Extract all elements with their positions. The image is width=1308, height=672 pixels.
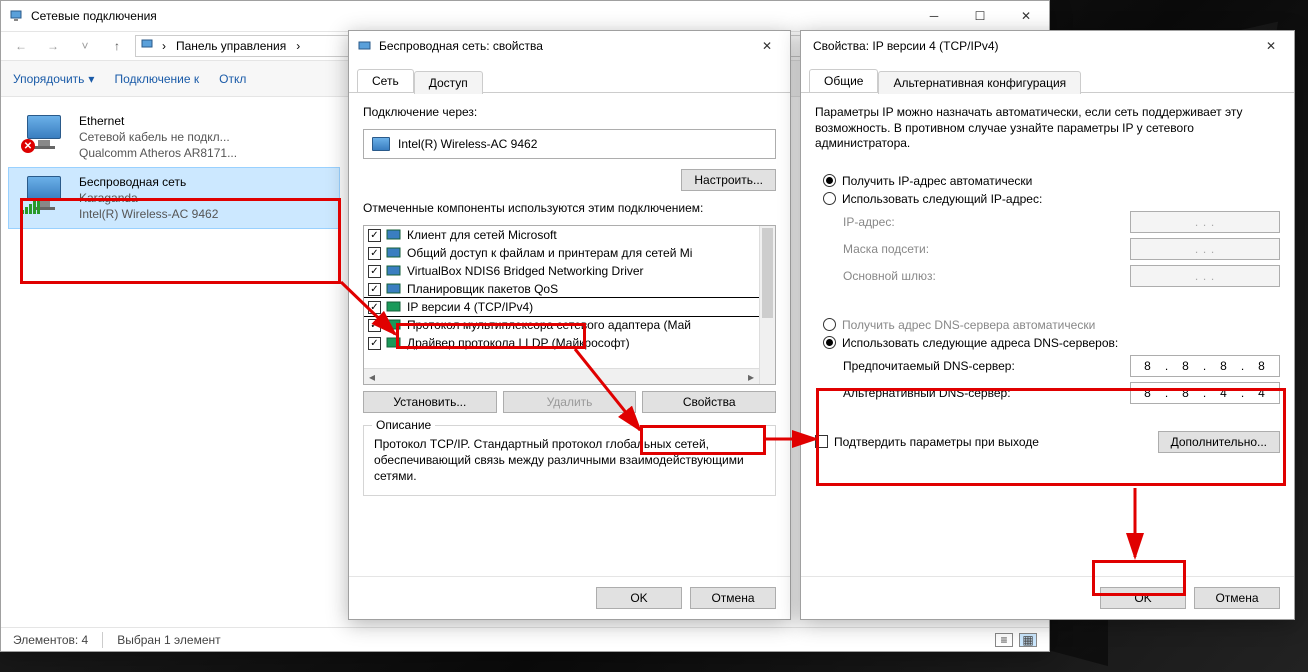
subnet-mask-label: Маска подсети: bbox=[843, 242, 1122, 256]
checkbox-icon[interactable]: ✓ bbox=[368, 247, 381, 260]
gateway-input: ... bbox=[1130, 265, 1280, 287]
window-title: Сетевые подключения bbox=[31, 9, 911, 23]
checkbox-icon[interactable]: ✓ bbox=[368, 283, 381, 296]
alternate-dns-label: Альтернативный DNS-сервер: bbox=[843, 386, 1122, 400]
preferred-dns-label: Предпочитаемый DNS-сервер: bbox=[843, 359, 1122, 373]
connect-to-menu[interactable]: Подключение к bbox=[114, 72, 199, 86]
tab-network[interactable]: Сеть bbox=[357, 69, 414, 92]
adapter-dialog-icon bbox=[357, 38, 373, 54]
component-item[interactable]: ✓VirtualBox NDIS6 Bridged Networking Dri… bbox=[364, 262, 759, 280]
status-item-count: Элементов: 4 bbox=[13, 633, 88, 647]
network-icon bbox=[140, 37, 156, 56]
breadcrumb-cp[interactable]: Панель управления bbox=[172, 39, 290, 53]
minimize-button[interactable]: ─ bbox=[911, 1, 957, 31]
component-item[interactable]: ✓IP версии 4 (TCP/IPv4) bbox=[364, 298, 759, 316]
scrollbar-horizontal[interactable]: ◂ ▸ bbox=[364, 368, 759, 384]
radio-manual-ip[interactable]: Использовать следующий IP-адрес: bbox=[823, 192, 1280, 206]
help-text: Параметры IP можно назначать автоматичес… bbox=[815, 105, 1280, 152]
breadcrumb-sep: › bbox=[158, 39, 170, 53]
ethernet-icon: ✕ bbox=[21, 113, 69, 153]
history-dropdown-icon[interactable]: ˅ bbox=[71, 35, 99, 57]
back-button[interactable]: ← bbox=[7, 35, 35, 57]
checkbox-icon[interactable]: ✓ bbox=[368, 229, 381, 242]
close-button[interactable]: ✕ bbox=[1003, 1, 1049, 31]
protocol-icon bbox=[386, 337, 402, 349]
titlebar: Сетевые подключения ─ ☐ ✕ bbox=[1, 1, 1049, 31]
cancel-button[interactable]: Отмена bbox=[690, 587, 776, 609]
tab-general[interactable]: Общие bbox=[809, 69, 878, 92]
view-details-button[interactable]: ≡ bbox=[995, 633, 1013, 647]
protocol-icon bbox=[386, 283, 402, 295]
view-icons-button[interactable]: ▦ bbox=[1019, 633, 1037, 647]
dialog-title: Свойства: IP версии 4 (TCP/IPv4) bbox=[809, 39, 1248, 53]
radio-auto-dns[interactable]: Получить адрес DNS-сервера автоматически bbox=[823, 318, 1280, 332]
protocol-icon bbox=[386, 229, 402, 241]
close-button[interactable]: ✕ bbox=[1248, 31, 1294, 61]
organize-menu[interactable]: Упорядочить ▾ bbox=[13, 72, 94, 86]
checkbox-icon[interactable]: ✓ bbox=[368, 337, 381, 350]
protocol-icon bbox=[386, 319, 402, 331]
subnet-mask-input: ... bbox=[1130, 238, 1280, 260]
wifi-icon bbox=[21, 174, 69, 214]
connect-via-label: Подключение через: bbox=[363, 105, 776, 119]
ok-button[interactable]: OK bbox=[1100, 587, 1186, 609]
preferred-dns-input[interactable]: 8.8.8.8 bbox=[1130, 355, 1280, 377]
tab-alt-config[interactable]: Альтернативная конфигурация bbox=[878, 71, 1081, 94]
description-group-title: Описание bbox=[372, 418, 435, 432]
ok-button[interactable]: OK bbox=[596, 587, 682, 609]
install-button[interactable]: Установить... bbox=[363, 391, 497, 413]
adapter-properties-dialog: Беспроводная сеть: свойства ✕ Сеть Досту… bbox=[348, 30, 791, 620]
scroll-right-icon[interactable]: ▸ bbox=[743, 369, 759, 385]
scrollbar-vertical[interactable] bbox=[759, 226, 775, 384]
protocol-icon bbox=[386, 301, 402, 313]
component-item[interactable]: ✓Общий доступ к файлам и принтерам для с… bbox=[364, 244, 759, 262]
protocol-icon bbox=[386, 265, 402, 277]
adapter-icon bbox=[372, 137, 390, 151]
remove-button[interactable]: Удалить bbox=[503, 391, 637, 413]
tab-access[interactable]: Доступ bbox=[414, 71, 483, 94]
dialog-title: Беспроводная сеть: свойства bbox=[379, 39, 744, 53]
radio-manual-dns[interactable]: Использовать следующие адреса DNS-сервер… bbox=[823, 336, 1280, 350]
radio-auto-ip[interactable]: Получить IP-адрес автоматически bbox=[823, 174, 1280, 188]
cancel-button[interactable]: Отмена bbox=[1194, 587, 1280, 609]
status-selected-count: Выбран 1 элемент bbox=[117, 633, 220, 647]
gateway-label: Основной шлюз: bbox=[843, 269, 1122, 283]
status-bar: Элементов: 4 Выбран 1 элемент ≡ ▦ bbox=[1, 627, 1049, 651]
adapter-field: Intel(R) Wireless-AC 9462 bbox=[363, 129, 776, 159]
maximize-button[interactable]: ☐ bbox=[957, 1, 1003, 31]
components-label: Отмеченные компоненты используются этим … bbox=[363, 201, 776, 215]
connection-item-wifi[interactable]: Беспроводная сеть Karaganda Intel(R) Wir… bbox=[9, 168, 339, 229]
checkbox-icon[interactable]: ✓ bbox=[368, 301, 381, 314]
configure-button[interactable]: Настроить... bbox=[681, 169, 776, 191]
up-button[interactable]: ↑ bbox=[103, 35, 131, 57]
connection-item-ethernet[interactable]: ✕ Ethernet Сетевой кабель не подкл... Qu… bbox=[9, 107, 339, 168]
alternate-dns-input[interactable]: 8.8.4.4 bbox=[1130, 382, 1280, 404]
checkbox-icon[interactable]: ✓ bbox=[368, 319, 381, 332]
scroll-left-icon[interactable]: ◂ bbox=[364, 369, 380, 385]
forward-button[interactable]: → bbox=[39, 35, 67, 57]
component-item[interactable]: ✓Драйвер протокола LLDP (Майкрософт) bbox=[364, 334, 759, 352]
ip-address-input: ... bbox=[1130, 211, 1280, 233]
component-item[interactable]: ✓Протокол мультиплексора сетевого адапте… bbox=[364, 316, 759, 334]
ipv4-properties-dialog: Свойства: IP версии 4 (TCP/IPv4) ✕ Общие… bbox=[800, 30, 1295, 620]
breadcrumb-sep: › bbox=[292, 39, 304, 53]
window-icon bbox=[9, 8, 25, 24]
close-button[interactable]: ✕ bbox=[744, 31, 790, 61]
protocol-icon bbox=[386, 247, 402, 259]
checkbox-icon[interactable]: ✓ bbox=[368, 265, 381, 278]
ip-address-label: IP-адрес: bbox=[843, 215, 1122, 229]
properties-button[interactable]: Свойства bbox=[642, 391, 776, 413]
validate-checkbox[interactable]: Подтвердить параметры при выходе bbox=[815, 435, 1158, 449]
advanced-button[interactable]: Дополнительно... bbox=[1158, 431, 1280, 453]
component-item[interactable]: ✓Клиент для сетей Microsoft bbox=[364, 226, 759, 244]
disable-menu[interactable]: Откл bbox=[219, 72, 246, 86]
components-list[interactable]: ✓Клиент для сетей Microsoft✓Общий доступ… bbox=[363, 225, 776, 385]
component-item[interactable]: ✓Планировщик пакетов QoS bbox=[364, 280, 759, 298]
description-text: Протокол TCP/IP. Стандартный протокол гл… bbox=[374, 436, 765, 485]
